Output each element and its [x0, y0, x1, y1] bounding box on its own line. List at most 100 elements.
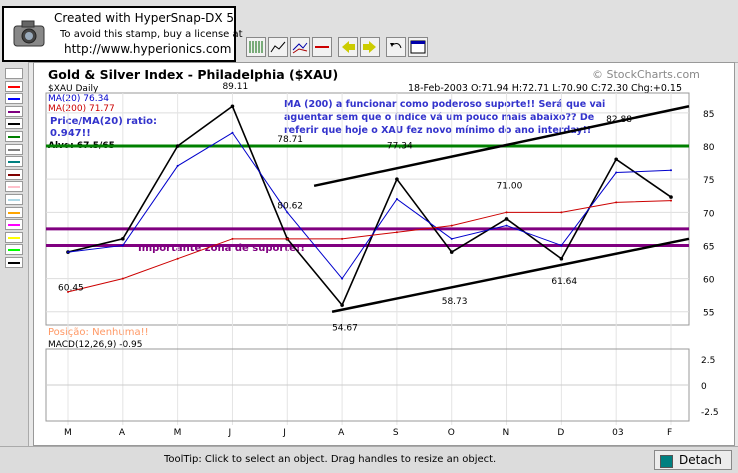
data-point: [341, 237, 344, 240]
ratio-label-1: Price/MA(20) ratio:: [50, 116, 157, 127]
color-swatch[interactable]: [5, 118, 23, 130]
horizontal-line-icon[interactable]: [312, 37, 332, 57]
swatch-line: [8, 161, 20, 164]
y-tick-label: 85: [703, 110, 714, 120]
data-point: [449, 250, 454, 254]
toolbar: Created with HyperSnap-DX 5 To avoid thi…: [0, 0, 738, 63]
annotation-line-3: referir que hoje o XAU fez novo mínimo d…: [284, 125, 591, 136]
data-point: [395, 198, 398, 201]
line-chart-icon[interactable]: [268, 37, 288, 57]
x-tick-label: 03: [612, 428, 623, 438]
series-line: [67, 132, 672, 280]
x-tick-label: J: [227, 428, 231, 438]
detach-icon: [660, 455, 673, 468]
data-point: [286, 211, 289, 214]
price-label: 54.67: [332, 323, 358, 333]
annotation-line-1: MA (200) a funcionar como poderoso supor…: [284, 99, 605, 110]
detach-button[interactable]: Detach: [654, 450, 732, 470]
left-arrow-icon[interactable]: [338, 37, 358, 57]
data-point: [340, 303, 344, 307]
color-swatch[interactable]: [5, 168, 23, 180]
data-point: [176, 257, 179, 260]
color-swatch[interactable]: [5, 181, 23, 193]
price-label: 58.73: [442, 297, 468, 307]
data-point: [450, 237, 453, 240]
xau-chart[interactable]: Gold & Silver Index - Philadelphia ($XAU…: [34, 63, 734, 445]
price-label: 80.62: [277, 201, 303, 211]
data-point: [175, 144, 180, 148]
data-point: [121, 244, 124, 247]
y-tick-label: 65: [703, 242, 714, 252]
data-point: [395, 231, 398, 234]
right-arrow-icon[interactable]: [360, 37, 380, 57]
macd-tick-label: 2.5: [701, 356, 715, 366]
color-swatch[interactable]: [5, 80, 23, 92]
color-swatch[interactable]: [5, 143, 23, 155]
chart-panel[interactable]: Gold & Silver Index - Philadelphia ($XAU…: [33, 62, 735, 446]
swatch-line: [8, 136, 20, 138]
grid-icon[interactable]: [246, 37, 266, 57]
x-tick-label: S: [393, 428, 399, 438]
color-swatch[interactable]: [5, 105, 23, 117]
data-point: [559, 256, 564, 261]
color-swatch[interactable]: [5, 206, 23, 218]
swatch-line: [8, 85, 20, 88]
x-tick-label: D: [557, 428, 564, 438]
macd-tick-label: 0: [701, 382, 707, 392]
color-swatch[interactable]: [5, 131, 23, 142]
data-point: [176, 164, 179, 167]
swatch-line: [8, 211, 20, 214]
color-swatch[interactable]: [5, 93, 23, 105]
data-point: [231, 131, 234, 134]
swatch-line: [8, 199, 20, 201]
price-label: 82.88: [606, 115, 632, 125]
price-label: 60.45: [58, 284, 84, 294]
stamp-line-1: Created with HyperSnap-DX 5: [54, 11, 235, 25]
data-point: [450, 224, 453, 227]
data-point: [560, 244, 563, 247]
color-swatch[interactable]: [5, 68, 23, 79]
data-point: [505, 224, 508, 227]
stamp-line-2: To avoid this stamp, buy a license at: [60, 29, 243, 40]
series-line: [67, 105, 672, 307]
status-bar: ToolTip: Click to select an object. Drag…: [0, 446, 738, 473]
window-icon[interactable]: [408, 37, 428, 57]
swatch-line: [8, 110, 20, 113]
swatch-line: [8, 123, 20, 126]
data-point: [230, 104, 235, 109]
color-swatch[interactable]: [5, 257, 23, 268]
ma20-label: MA(20) 76.34: [48, 94, 109, 104]
swatch-line: [8, 173, 20, 176]
color-swatch[interactable]: [5, 231, 23, 243]
data-point: [614, 157, 618, 162]
data-point: [669, 195, 673, 199]
swatch-line: [8, 148, 20, 151]
annotation-line-2: aguentar sem que o índice vá um pouco ma…: [284, 112, 594, 123]
y-tick-label: 60: [703, 276, 715, 286]
hypersnap-stamp: Created with HyperSnap-DX 5 To avoid thi…: [2, 6, 243, 62]
data-point: [615, 201, 618, 204]
color-swatch[interactable]: [5, 194, 23, 205]
stamp-link[interactable]: http://www.hyperionics.com: [64, 42, 231, 56]
swatch-line: [8, 186, 20, 189]
tooltip-text: ToolTip: Click to select an object. Drag…: [164, 454, 497, 465]
undo-icon[interactable]: [386, 37, 406, 57]
lines-icon[interactable]: [290, 37, 310, 57]
price-label: 89.11: [222, 82, 248, 92]
detach-label: Detach: [679, 453, 722, 467]
color-swatch[interactable]: [5, 219, 23, 231]
color-swatch[interactable]: [5, 244, 23, 256]
price-label: 71.00: [497, 181, 523, 191]
data-point: [615, 171, 618, 174]
chart-title: Gold & Silver Index - Philadelphia ($XAU…: [48, 67, 338, 82]
swatch-line: [8, 262, 20, 264]
swatch-line: [8, 236, 20, 239]
ratio-label-2: 0.947!!: [50, 128, 91, 139]
position-label: Posição: Nenhuma!!: [48, 327, 149, 338]
data-point: [505, 211, 508, 214]
x-tick-label: J: [282, 428, 286, 438]
color-swatch[interactable]: [5, 156, 23, 168]
data-point: [286, 237, 289, 240]
y-tick-label: 70: [703, 209, 715, 219]
data-point: [341, 277, 344, 280]
